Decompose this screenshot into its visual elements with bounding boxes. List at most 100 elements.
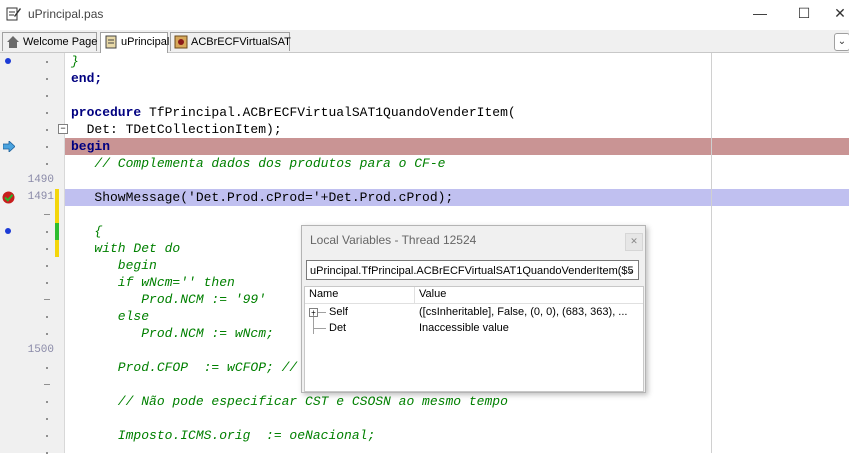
line-tick-mark bbox=[44, 214, 50, 215]
line-tick-mark bbox=[44, 299, 50, 300]
window-title: uPrincipal.pas bbox=[28, 7, 104, 21]
breakpoint-icon[interactable] bbox=[2, 191, 15, 204]
code-keyword: procedure bbox=[71, 105, 142, 120]
line-dot-mark bbox=[46, 401, 48, 403]
line-number: 1490 bbox=[27, 174, 54, 186]
code-line[interactable]: Prod.NCM := '99' bbox=[71, 291, 266, 308]
local-variables-title: Local Variables - Thread 12524 bbox=[310, 233, 477, 247]
code-line[interactable]: end; bbox=[71, 70, 102, 87]
stack-frame-value: uPrincipal.TfPrincipal.ACBrECFVirtualSAT… bbox=[310, 265, 634, 277]
execution-point-arrow-icon bbox=[3, 141, 15, 152]
tab-label: Welcome Page bbox=[23, 36, 98, 48]
edit-file-icon bbox=[6, 7, 21, 21]
blue-dot-marker-icon bbox=[5, 228, 11, 234]
title-bar: uPrincipal.pas — ☐ ✕ bbox=[0, 0, 849, 30]
line-dot-mark bbox=[46, 163, 48, 165]
tab-label: ACBrECFVirtualSAT bbox=[191, 36, 291, 48]
code-line[interactable]: // Não pode especificar CST e CSOSN ao m… bbox=[71, 393, 508, 410]
name-column-header[interactable]: Name bbox=[309, 288, 338, 300]
local-variables-window[interactable]: Local Variables - Thread 12524 ✕ uPrinci… bbox=[301, 225, 646, 393]
variable-value: ([csInheritable], False, (0, 0), (683, 3… bbox=[419, 306, 628, 318]
unit-file-icon bbox=[105, 35, 117, 49]
editor-tab-bar: Welcome Page uPrincipal ACBrECFVirtualSA… bbox=[0, 30, 849, 53]
line-dot-mark bbox=[46, 418, 48, 420]
code-line[interactable]: Prod.CFOP := wCFOP; // bbox=[71, 359, 297, 376]
column-divider[interactable] bbox=[414, 287, 415, 303]
code-line[interactable]: { bbox=[71, 223, 102, 240]
tree-line bbox=[313, 328, 326, 329]
line-dot-mark bbox=[46, 333, 48, 335]
right-margin-line bbox=[711, 53, 712, 453]
code-keyword: begin bbox=[71, 139, 111, 154]
tab-welcome-page[interactable]: Welcome Page bbox=[2, 32, 97, 51]
code-text: TfPrincipal.ACBrECFVirtualSAT1QuandoVend… bbox=[141, 105, 516, 120]
maximize-button[interactable]: ☐ bbox=[794, 4, 814, 24]
code-line[interactable]: with Det do bbox=[71, 240, 180, 257]
variable-row-self[interactable]: + Self ([csInheritable], False, (0, 0), … bbox=[305, 304, 643, 320]
home-icon bbox=[7, 36, 19, 48]
execution-point-line bbox=[65, 138, 849, 155]
code-comment: } bbox=[71, 54, 79, 69]
code-line[interactable]: else bbox=[71, 308, 149, 325]
code-comment: // Complementa dados dos produtos para o… bbox=[71, 156, 446, 171]
line-dot-mark bbox=[46, 95, 48, 97]
line-dot-mark bbox=[46, 435, 48, 437]
line-tick-mark bbox=[44, 384, 50, 385]
modified-line-bar bbox=[55, 240, 59, 257]
code-line[interactable]: begin bbox=[71, 138, 110, 155]
code-comment: with Det do bbox=[71, 241, 181, 256]
code-comment: begin bbox=[71, 258, 157, 273]
line-dot-mark bbox=[46, 248, 48, 250]
tab-acbrecfvirtualsat[interactable]: ACBrECFVirtualSAT bbox=[170, 32, 291, 51]
stack-frame-select[interactable]: uPrincipal.TfPrincipal.ACBrECFVirtualSAT… bbox=[306, 260, 639, 280]
tab-list-dropdown-button[interactable]: ⌄ bbox=[834, 33, 849, 51]
saved-line-bar bbox=[55, 223, 59, 240]
tab-uprincipal[interactable]: uPrincipal bbox=[100, 32, 170, 53]
component-icon bbox=[174, 35, 188, 49]
popup-close-button[interactable]: ✕ bbox=[625, 233, 643, 251]
code-comment: { bbox=[71, 224, 103, 239]
code-line[interactable]: // Complementa dados dos produtos para o… bbox=[71, 155, 445, 172]
code-comment: Prod.NCM := '99' bbox=[71, 292, 267, 307]
code-text: ShowMessage('Det.Prod.cProd='+Det.Prod.c… bbox=[71, 190, 454, 205]
expand-icon[interactable]: + bbox=[309, 308, 318, 317]
line-dot-mark bbox=[46, 231, 48, 233]
code-comment: // Não pode especificar CST e CSOSN ao m… bbox=[71, 394, 508, 409]
code-fold-toggle[interactable]: − bbox=[58, 124, 68, 134]
code-comment: Imposto.ICMS.orig := oeNacional; bbox=[71, 428, 376, 443]
code-line[interactable]: } bbox=[71, 53, 79, 70]
variable-row-det[interactable]: Det Inaccessible value bbox=[305, 320, 643, 336]
variable-value: Inaccessible value bbox=[419, 322, 509, 334]
code-line[interactable]: procedure TfPrincipal.ACBrECFVirtualSAT1… bbox=[71, 104, 516, 121]
code-line[interactable]: begin bbox=[71, 257, 157, 274]
tree-line bbox=[318, 312, 326, 313]
variable-name: Self bbox=[329, 306, 348, 318]
code-line[interactable]: Det: TDetCollectionItem); bbox=[71, 121, 282, 138]
minimize-button[interactable]: — bbox=[750, 4, 770, 24]
code-comment: else bbox=[71, 309, 150, 324]
code-comment: Prod.NCM := wNcm; bbox=[71, 326, 274, 341]
line-dot-mark bbox=[46, 78, 48, 80]
line-dot-mark bbox=[46, 146, 48, 148]
grid-header: Name Value bbox=[305, 287, 643, 304]
line-dot-mark bbox=[46, 129, 48, 131]
code-line[interactable]: Imposto.ICMS.orig := oeNacional; bbox=[71, 427, 375, 444]
modified-line-bar bbox=[55, 189, 59, 223]
line-dot-mark bbox=[46, 112, 48, 114]
code-comment: if wNcm='' then bbox=[71, 275, 235, 290]
tab-label: uPrincipal bbox=[121, 36, 170, 48]
code-line[interactable]: if wNcm='' then bbox=[71, 274, 235, 291]
value-column-header[interactable]: Value bbox=[419, 288, 446, 300]
line-number: 1491 bbox=[27, 191, 54, 203]
code-line[interactable]: ShowMessage('Det.Prod.cProd='+Det.Prod.c… bbox=[71, 189, 453, 206]
close-button[interactable]: ✕ bbox=[830, 4, 849, 24]
variables-grid[interactable]: Name Value + Self ([csInheritable], Fals… bbox=[304, 286, 644, 392]
line-number: 1500 bbox=[27, 344, 54, 356]
line-dot-mark bbox=[46, 282, 48, 284]
line-dot-mark bbox=[46, 61, 48, 63]
code-line[interactable]: Prod.NCM := wNcm; bbox=[71, 325, 274, 342]
variable-name: Det bbox=[329, 322, 347, 334]
code-text: Det: TDetCollectionItem); bbox=[71, 122, 282, 137]
blue-dot-marker-icon bbox=[5, 58, 11, 64]
code-keyword: end; bbox=[71, 71, 103, 86]
